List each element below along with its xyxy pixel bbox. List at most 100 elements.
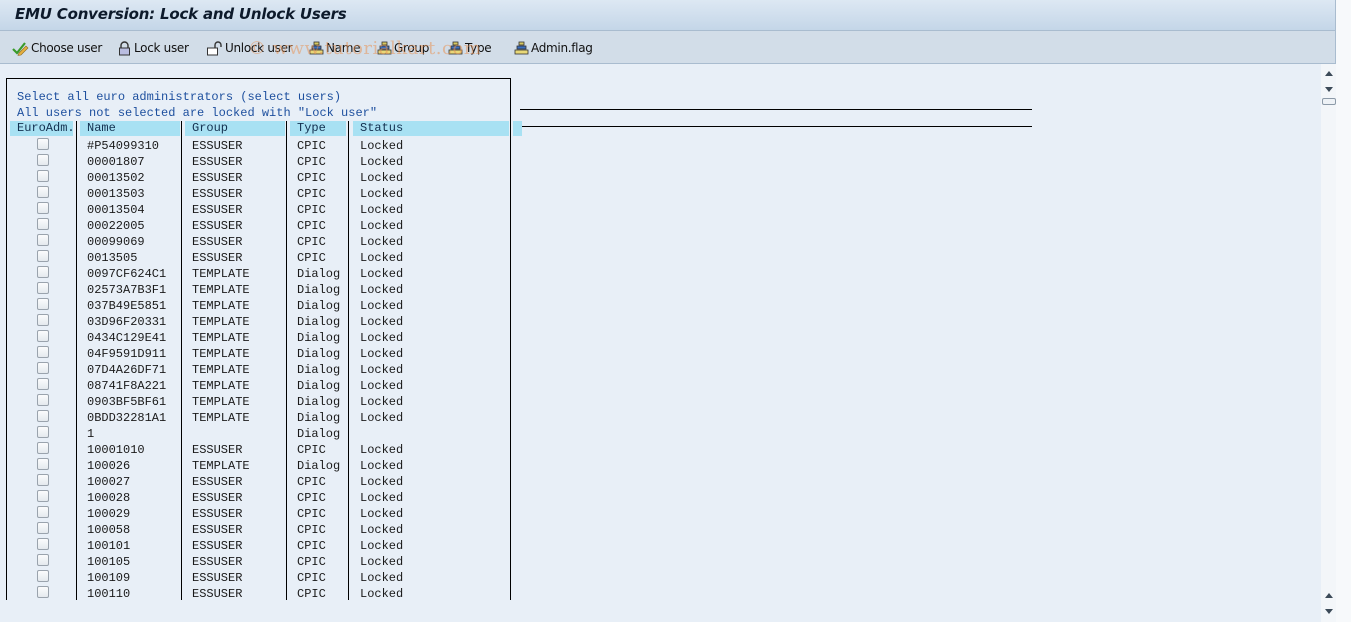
scrollbar-thumb[interactable]	[1322, 98, 1336, 105]
euro-adm-checkbox[interactable]	[37, 298, 49, 310]
table-row[interactable]: 04F9591D911 TEMPLATE Dialog Locked	[0, 346, 520, 362]
sort-admin-flag-button[interactable]: Admin.flag	[514, 39, 593, 57]
euro-adm-checkbox[interactable]	[37, 250, 49, 262]
type-cell: Dialog	[297, 267, 341, 281]
table-row[interactable]: 03D96F20331 TEMPLATE Dialog Locked	[0, 314, 520, 330]
name-cell: 04F9591D911	[87, 347, 167, 361]
column-header-type[interactable]: Type	[290, 121, 346, 136]
type-cell: Dialog	[297, 411, 341, 425]
name-cell: 02573A7B3F1	[87, 283, 167, 297]
table-row[interactable]: 00099069 ESSUSER CPIC Locked	[0, 234, 520, 250]
type-cell: CPIC	[297, 203, 326, 217]
euro-adm-checkbox[interactable]	[37, 570, 49, 582]
euro-adm-checkbox[interactable]	[37, 170, 49, 182]
name-cell: 00013504	[87, 203, 145, 217]
group-cell: ESSUSER	[192, 507, 243, 521]
column-header-group[interactable]: Group	[185, 121, 285, 136]
scroll-up-button[interactable]	[1321, 588, 1336, 604]
type-cell: CPIC	[297, 443, 326, 457]
table-row[interactable]: 0434C129E41 TEMPLATE Dialog Locked	[0, 330, 520, 346]
table-row[interactable]: 100101 ESSUSER CPIC Locked	[0, 538, 520, 554]
choose-user-button[interactable]: Choose user	[12, 39, 102, 57]
table-row[interactable]: 00013504 ESSUSER CPIC Locked	[0, 202, 520, 218]
status-cell: Locked	[360, 283, 404, 297]
status-cell: Locked	[360, 395, 404, 409]
euro-adm-checkbox[interactable]	[37, 554, 49, 566]
table-row[interactable]: 00022005 ESSUSER CPIC Locked	[0, 218, 520, 234]
euro-adm-checkbox[interactable]	[37, 506, 49, 518]
column-header-status[interactable]: Status	[353, 121, 509, 136]
scroll-down-button[interactable]	[1321, 82, 1336, 98]
euro-adm-checkbox[interactable]	[37, 378, 49, 390]
status-cell: Locked	[360, 251, 404, 265]
euro-adm-checkbox[interactable]	[37, 394, 49, 406]
column-header-euroadm[interactable]: EuroAdm.	[10, 121, 75, 136]
euro-adm-checkbox[interactable]	[37, 330, 49, 342]
table-row[interactable]: 100029 ESSUSER CPIC Locked	[0, 506, 520, 522]
table-row[interactable]: 0BDD32281A1 TEMPLATE Dialog Locked	[0, 410, 520, 426]
euro-adm-checkbox[interactable]	[37, 138, 49, 150]
euro-adm-checkbox[interactable]	[37, 314, 49, 326]
table-row[interactable]: #P54099310 ESSUSER CPIC Locked	[0, 138, 520, 154]
table-row[interactable]: 07D4A26DF71 TEMPLATE Dialog Locked	[0, 362, 520, 378]
euro-adm-checkbox[interactable]	[37, 234, 49, 246]
sort-name-button[interactable]: Name	[309, 39, 361, 57]
euro-adm-checkbox[interactable]	[37, 154, 49, 166]
euro-adm-checkbox[interactable]	[37, 426, 49, 438]
euro-adm-checkbox[interactable]	[37, 410, 49, 422]
sort-type-button[interactable]: Type	[448, 39, 492, 57]
vertical-scrollbar[interactable]	[1321, 64, 1336, 622]
table-row[interactable]: 100027 ESSUSER CPIC Locked	[0, 474, 520, 490]
euro-adm-checkbox[interactable]	[37, 218, 49, 230]
euro-adm-checkbox[interactable]	[37, 490, 49, 502]
table-row[interactable]: 1 Dialog	[0, 426, 520, 442]
scroll-page-down-button[interactable]	[1321, 604, 1336, 620]
lock-user-button[interactable]: Lock user	[117, 39, 189, 57]
name-cell: 0903BF5BF61	[87, 395, 167, 409]
unlock-user-button[interactable]: Unlock user	[206, 39, 293, 57]
table-row[interactable]: 00013502 ESSUSER CPIC Locked	[0, 170, 520, 186]
euro-adm-checkbox[interactable]	[37, 538, 49, 550]
table-row[interactable]: 0903BF5BF61 TEMPLATE Dialog Locked	[0, 394, 520, 410]
euro-adm-checkbox[interactable]	[37, 586, 49, 598]
euro-adm-checkbox[interactable]	[37, 362, 49, 374]
table-row[interactable]: 0013505 ESSUSER CPIC Locked	[0, 250, 520, 266]
status-cell: Locked	[360, 443, 404, 457]
table-row[interactable]: 100109 ESSUSER CPIC Locked	[0, 570, 520, 586]
euro-adm-checkbox[interactable]	[37, 202, 49, 214]
name-cell: 00099069	[87, 235, 145, 249]
group-cell: ESSUSER	[192, 587, 243, 601]
table-row[interactable]: 00013503 ESSUSER CPIC Locked	[0, 186, 520, 202]
sort-group-button[interactable]: Group	[377, 39, 429, 57]
type-cell: Dialog	[297, 299, 341, 313]
table-row[interactable]: 037B49E5851 TEMPLATE Dialog Locked	[0, 298, 520, 314]
table-row[interactable]: 0097CF624C1 TEMPLATE Dialog Locked	[0, 266, 520, 282]
type-cell: Dialog	[297, 427, 341, 441]
table-row[interactable]: 00001807 ESSUSER CPIC Locked	[0, 154, 520, 170]
euro-adm-checkbox[interactable]	[37, 458, 49, 470]
table-row[interactable]: 100110 ESSUSER CPIC Locked	[0, 586, 520, 602]
euro-adm-checkbox[interactable]	[37, 346, 49, 358]
name-cell: 03D96F20331	[87, 315, 167, 329]
euro-adm-checkbox[interactable]	[37, 442, 49, 454]
euro-adm-checkbox[interactable]	[37, 522, 49, 534]
table-row[interactable]: 02573A7B3F1 TEMPLATE Dialog Locked	[0, 282, 520, 298]
euro-adm-checkbox[interactable]	[37, 474, 49, 486]
table-row[interactable]: 100105 ESSUSER CPIC Locked	[0, 554, 520, 570]
table-row[interactable]: 100026 TEMPLATE Dialog Locked	[0, 458, 520, 474]
table-row[interactable]: 08741F8A221 TEMPLATE Dialog Locked	[0, 378, 520, 394]
group-cell: ESSUSER	[192, 171, 243, 185]
lock-user-label: Lock user	[134, 41, 189, 55]
status-cell: Locked	[360, 235, 404, 249]
table-row[interactable]: 10001010 ESSUSER CPIC Locked	[0, 442, 520, 458]
table-row[interactable]: 100058 ESSUSER CPIC Locked	[0, 522, 520, 538]
euro-adm-checkbox[interactable]	[37, 282, 49, 294]
group-cell: ESSUSER	[192, 235, 243, 249]
scroll-page-up-button[interactable]	[1321, 66, 1336, 82]
group-cell: ESSUSER	[192, 219, 243, 233]
euro-adm-checkbox[interactable]	[37, 266, 49, 278]
table-row[interactable]: 100028 ESSUSER CPIC Locked	[0, 490, 520, 506]
column-header-name[interactable]: Name	[80, 121, 180, 136]
status-cell: Locked	[360, 587, 404, 601]
euro-adm-checkbox[interactable]	[37, 186, 49, 198]
